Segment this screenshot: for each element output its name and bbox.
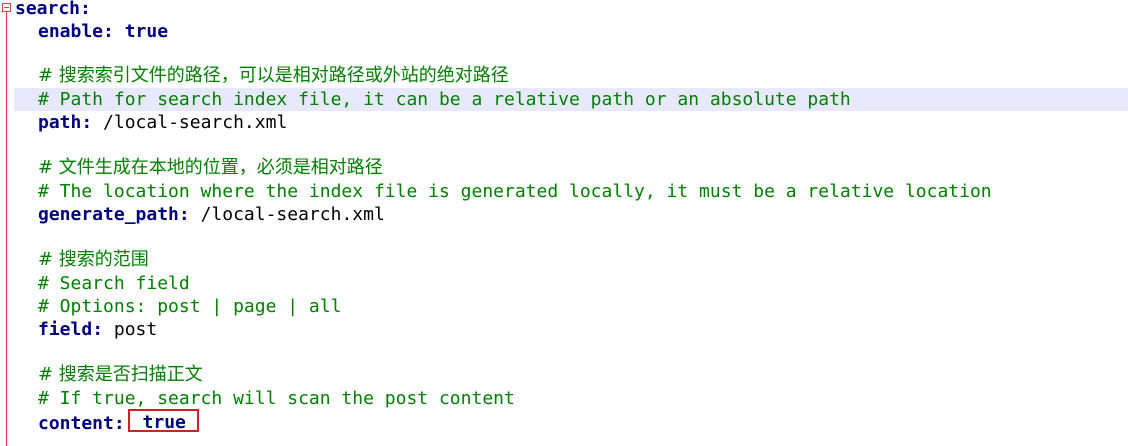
yaml-comment: # 搜索是否扫描正文 bbox=[38, 364, 203, 385]
yaml-value: /local-search.xml bbox=[103, 112, 288, 133]
code-line-enable[interactable]: enable: true bbox=[15, 20, 168, 43]
code-line-path[interactable]: path: /local-search.xml bbox=[15, 111, 287, 134]
yaml-key: generate_path bbox=[38, 204, 179, 225]
code-line-field[interactable]: field: post bbox=[15, 318, 157, 341]
yaml-key: content bbox=[38, 413, 114, 434]
highlight-annotation-box: true bbox=[127, 409, 199, 433]
code-line-comment[interactable]: # The location where the index file is g… bbox=[15, 180, 992, 203]
yaml-comment: # The location where the index file is g… bbox=[38, 181, 992, 202]
code-line-search[interactable]: search: bbox=[15, 0, 91, 20]
code-line-generate-path[interactable]: generate_path: /local-search.xml bbox=[15, 203, 385, 226]
yaml-colon: : bbox=[103, 21, 114, 42]
yaml-colon: : bbox=[80, 0, 91, 19]
yaml-comment: # If true, search will scan the post con… bbox=[38, 388, 515, 409]
code-line-comment[interactable]: # 搜索索引文件的路径，可以是相对路径或外站的绝对路径 bbox=[15, 64, 509, 87]
yaml-value: true bbox=[142, 412, 186, 433]
yaml-key: search bbox=[15, 0, 81, 19]
yaml-colon: : bbox=[113, 413, 125, 434]
yaml-value: true bbox=[124, 21, 169, 42]
yaml-comment: # Options: post | page | all bbox=[38, 296, 342, 317]
fold-collapse-icon[interactable] bbox=[2, 3, 11, 12]
code-line-current[interactable]: # Path for search index file, it can be … bbox=[14, 88, 1128, 111]
code-editor[interactable]: search: enable: true # 搜索索引文件的路径，可以是相对路径… bbox=[0, 0, 1128, 446]
yaml-value: /local-search.xml bbox=[200, 204, 385, 225]
yaml-key: field bbox=[38, 319, 93, 340]
yaml-comment: # 搜索的范围 bbox=[38, 249, 149, 270]
code-line-content[interactable]: content: true bbox=[15, 409, 199, 434]
yaml-key: enable bbox=[38, 21, 104, 42]
yaml-colon: : bbox=[81, 112, 93, 133]
yaml-colon: : bbox=[92, 319, 104, 340]
code-line-comment[interactable]: # If true, search will scan the post con… bbox=[15, 387, 515, 410]
code-line-comment[interactable]: # 搜索是否扫描正文 bbox=[15, 363, 203, 386]
fold-gutter bbox=[0, 0, 14, 446]
code-line-comment[interactable]: # 搜索的范围 bbox=[15, 248, 149, 271]
code-line-comment[interactable]: # Options: post | page | all bbox=[15, 295, 341, 318]
yaml-key: path bbox=[38, 112, 82, 133]
code-line-comment[interactable]: # Search field bbox=[15, 272, 190, 295]
yaml-comment: # Path for search index file, it can be … bbox=[38, 89, 851, 110]
fold-line bbox=[6, 12, 7, 446]
code-line-comment[interactable]: # 文件生成在本地的位置，必须是相对路径 bbox=[15, 156, 383, 179]
yaml-comment: # 搜索索引文件的路径，可以是相对路径或外站的绝对路径 bbox=[38, 65, 509, 86]
yaml-value: post bbox=[113, 319, 158, 340]
yaml-comment: # Search field bbox=[38, 273, 190, 294]
yaml-colon: : bbox=[178, 204, 190, 225]
yaml-comment: # 文件生成在本地的位置，必须是相对路径 bbox=[38, 157, 383, 178]
